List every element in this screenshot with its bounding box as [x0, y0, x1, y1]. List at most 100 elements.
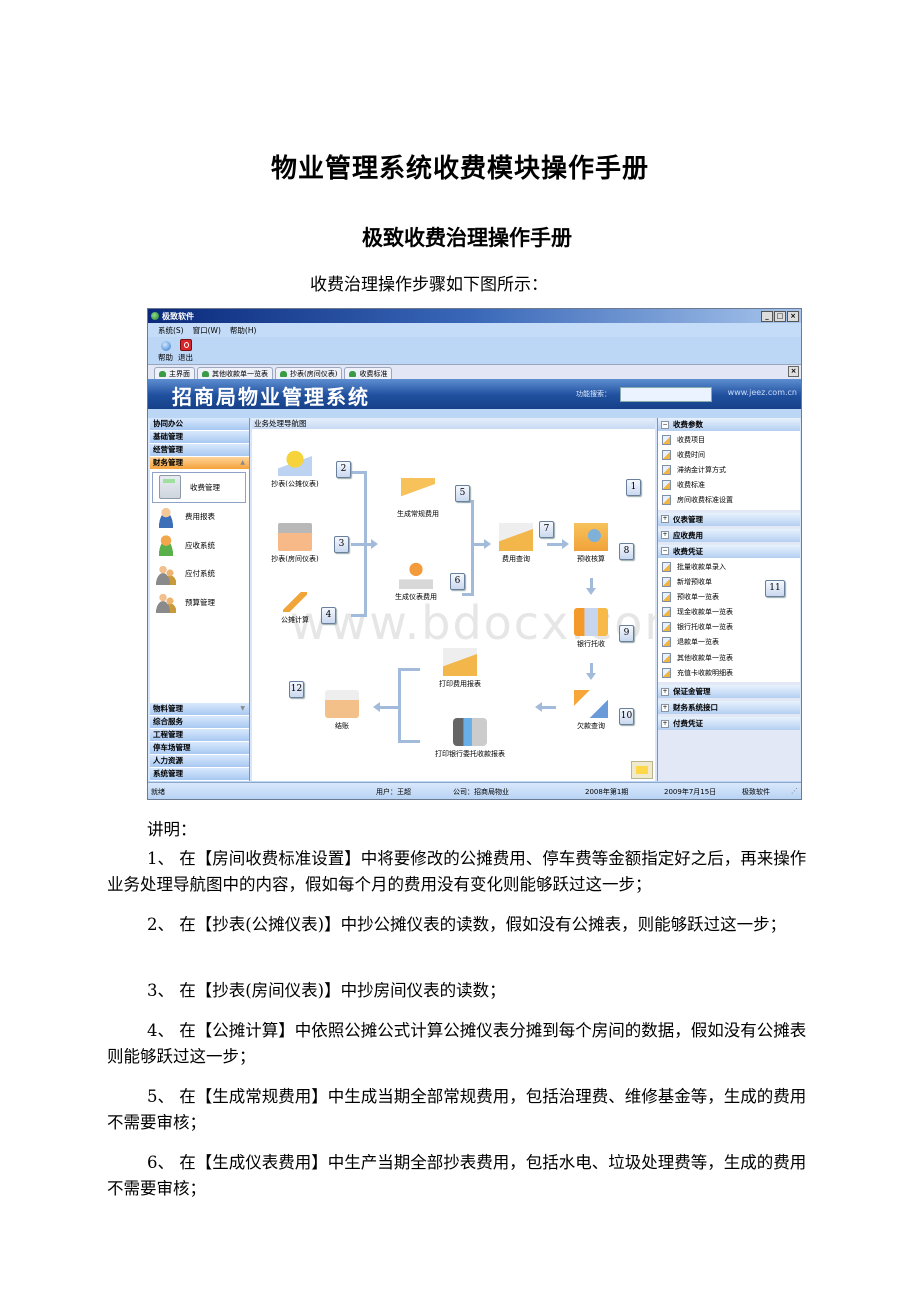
expand-icon: + [661, 687, 669, 696]
panel-item[interactable]: 收费标准 [658, 478, 800, 493]
panel-item[interactable]: 滞纳金计算方式 [658, 462, 800, 477]
node-prepaid-audit[interactable]: 预收核算 [556, 523, 626, 564]
nav-item-fee-report[interactable]: 费用报表 [150, 503, 249, 532]
exit-button[interactable]: 退出 [178, 339, 193, 363]
panel-item-label: 收费时间 [677, 450, 705, 459]
panel-item[interactable]: 房间收费标准设置 [658, 493, 800, 508]
tab-other-receipts[interactable]: 其他收款单一览表 [197, 367, 273, 379]
nav-item-fee-management[interactable]: 收费管理 [152, 472, 246, 503]
nav-group-operations[interactable]: 经营管理 [150, 444, 249, 457]
nav-group-finance[interactable]: 财务管理 ▲ [150, 457, 249, 470]
mail-button[interactable] [631, 761, 653, 779]
paragraph-step-5: 5、 在【生成常规费用】中生成当期全部常规费用，包括治理费、维修基金等，生成的费… [107, 1087, 807, 1132]
nav-item-payable[interactable]: 应付系统 [150, 560, 249, 589]
panel-item-label: 现金收款单一览表 [677, 608, 733, 617]
panel-item[interactable]: 现金收款单一览表 [658, 605, 800, 620]
panel-group-payment-vouchers[interactable]: + 付费凭证 [658, 717, 800, 731]
toolbar: 帮助 退出 [148, 337, 801, 364]
nav-group-materials[interactable]: 物料管理 ▼ [150, 703, 249, 716]
tab-main[interactable]: 主界面 [154, 367, 195, 379]
panel-item-label: 预收单一览表 [677, 592, 719, 601]
status-user: 用户：王超 [376, 788, 411, 796]
minimize-button[interactable]: _ [761, 310, 773, 322]
nav-group-parking[interactable]: 停车场管理 [150, 742, 249, 755]
document-icon [662, 591, 671, 602]
document-icon [662, 561, 671, 572]
document-icon [662, 607, 671, 618]
nav-group-basic[interactable]: 基础管理 [150, 431, 249, 444]
search-label: 功能搜索： [576, 390, 611, 398]
nav-item-receivable[interactable]: 应收系统 [150, 531, 249, 560]
document-icon [662, 434, 671, 445]
nav-item-label: 应收系统 [185, 540, 215, 550]
panel-group-finance-interface[interactable]: + 财务系统接口 [658, 701, 800, 715]
panel-group-title: 仪表管理 [673, 514, 703, 524]
arrow-right-icon [371, 539, 378, 549]
panel-item[interactable]: 退款单一览表 [658, 635, 800, 650]
nav-group-label: 物料管理 [153, 704, 183, 713]
node-print-fee-report[interactable]: 打印费用报表 [420, 648, 500, 689]
explain-label: 讲明： [147, 820, 197, 839]
panel-item[interactable]: 批量收款单录入 [658, 559, 800, 574]
document-title: 物业管理系统收费模块操作手册 [270, 154, 649, 184]
panel-group-title: 收费凭证 [673, 546, 703, 556]
help-button[interactable]: 帮助 [158, 341, 173, 363]
node-arrears-query[interactable]: 欠款查询 [556, 690, 626, 731]
panel-item[interactable]: 其他收款单一览表 [658, 650, 800, 665]
connector-line [351, 614, 367, 617]
close-button[interactable]: × [787, 310, 799, 322]
expand-icon: + [661, 719, 669, 728]
box-icon [278, 523, 312, 551]
panel-group-meter-mgmt[interactable]: + 仪表管理 [658, 512, 800, 526]
node-print-bank-report[interactable]: 打印银行委托收款报表 [420, 718, 520, 759]
node-generate-regular-fees[interactable]: 生成常规费用 [383, 478, 453, 519]
resize-grip-icon[interactable]: ⋰ [791, 787, 798, 795]
node-allocation-calc[interactable]: 公摊计算 [260, 592, 330, 625]
panel-item[interactable]: 收费项目 [658, 432, 800, 447]
nav-group-hr[interactable]: 人力资源 [150, 755, 249, 768]
node-label: 抄表(公摊仪表) [271, 480, 319, 488]
close-tab-button[interactable]: × [788, 366, 799, 377]
paragraph-step-6: 6、 在【生成仪表费用】中生产当期全部抄表费用，包括水电、垃圾处理费等，生成的费… [107, 1153, 807, 1198]
document-icon [662, 652, 671, 663]
node-close-accounts[interactable]: 结账 [307, 690, 377, 731]
panel-item-label: 退款单一览表 [677, 638, 719, 647]
panel-item-label: 收费标准 [677, 481, 705, 490]
panel-item[interactable]: 银行托收单一览表 [658, 620, 800, 635]
nav-item-label: 收费管理 [190, 482, 220, 492]
connector-line [380, 706, 400, 709]
node-generate-meter-fees[interactable]: 生成仪表费用 [381, 561, 451, 602]
panel-group-receipts[interactable]: − 收费凭证 [658, 544, 800, 558]
nav-group-system[interactable]: 系统管理 [150, 768, 249, 781]
website-link[interactable]: www.jeez.com.cn [728, 388, 797, 397]
nav-item-budget[interactable]: 预算管理 [150, 588, 249, 617]
menu-help[interactable]: 帮助(H) [230, 325, 257, 336]
home-icon [349, 370, 357, 377]
tab-meter-room[interactable]: 抄表(房间仪表) [275, 367, 343, 379]
step-badge: 9 [619, 625, 634, 642]
node-meter-shared[interactable]: 抄表(公摊仪表) [260, 448, 330, 489]
tab-fee-standard[interactable]: 收费标准 [344, 367, 393, 379]
menu-system[interactable]: 系统(S) [158, 325, 184, 336]
panel-group-fee-params[interactable]: − 收费参数 [658, 418, 800, 431]
document-icon [662, 480, 671, 491]
node-meter-room[interactable]: 抄表(房间仪表) [260, 523, 330, 564]
coins-icon [278, 448, 312, 476]
panel-item[interactable]: 收费时间 [658, 447, 800, 462]
node-label: 生成仪表费用 [395, 593, 437, 601]
panel-item[interactable]: 充值卡收款明细表 [658, 665, 800, 680]
nav-group-collab[interactable]: 协同办公 [150, 418, 249, 431]
connector-line [462, 593, 474, 596]
maximize-button[interactable]: □ [774, 310, 786, 322]
node-bank-collection[interactable]: 银行托收 [556, 608, 626, 649]
status-period: 2008年第1期 [585, 788, 629, 796]
expand-arrow-icon: ▼ [240, 705, 245, 712]
step-badge: 10 [619, 708, 634, 725]
function-search-input[interactable] [620, 387, 712, 402]
window-titlebar: 极致软件 _ □ × [148, 309, 801, 323]
panel-group-receivable-fees[interactable]: + 应收费用 [658, 528, 800, 542]
panel-group-deposit-mgmt[interactable]: + 保证金管理 [658, 685, 800, 699]
nav-group-services[interactable]: 综合服务 [150, 716, 249, 729]
nav-group-engineering[interactable]: 工程管理 [150, 729, 249, 742]
menu-window[interactable]: 窗口(W) [193, 325, 221, 336]
